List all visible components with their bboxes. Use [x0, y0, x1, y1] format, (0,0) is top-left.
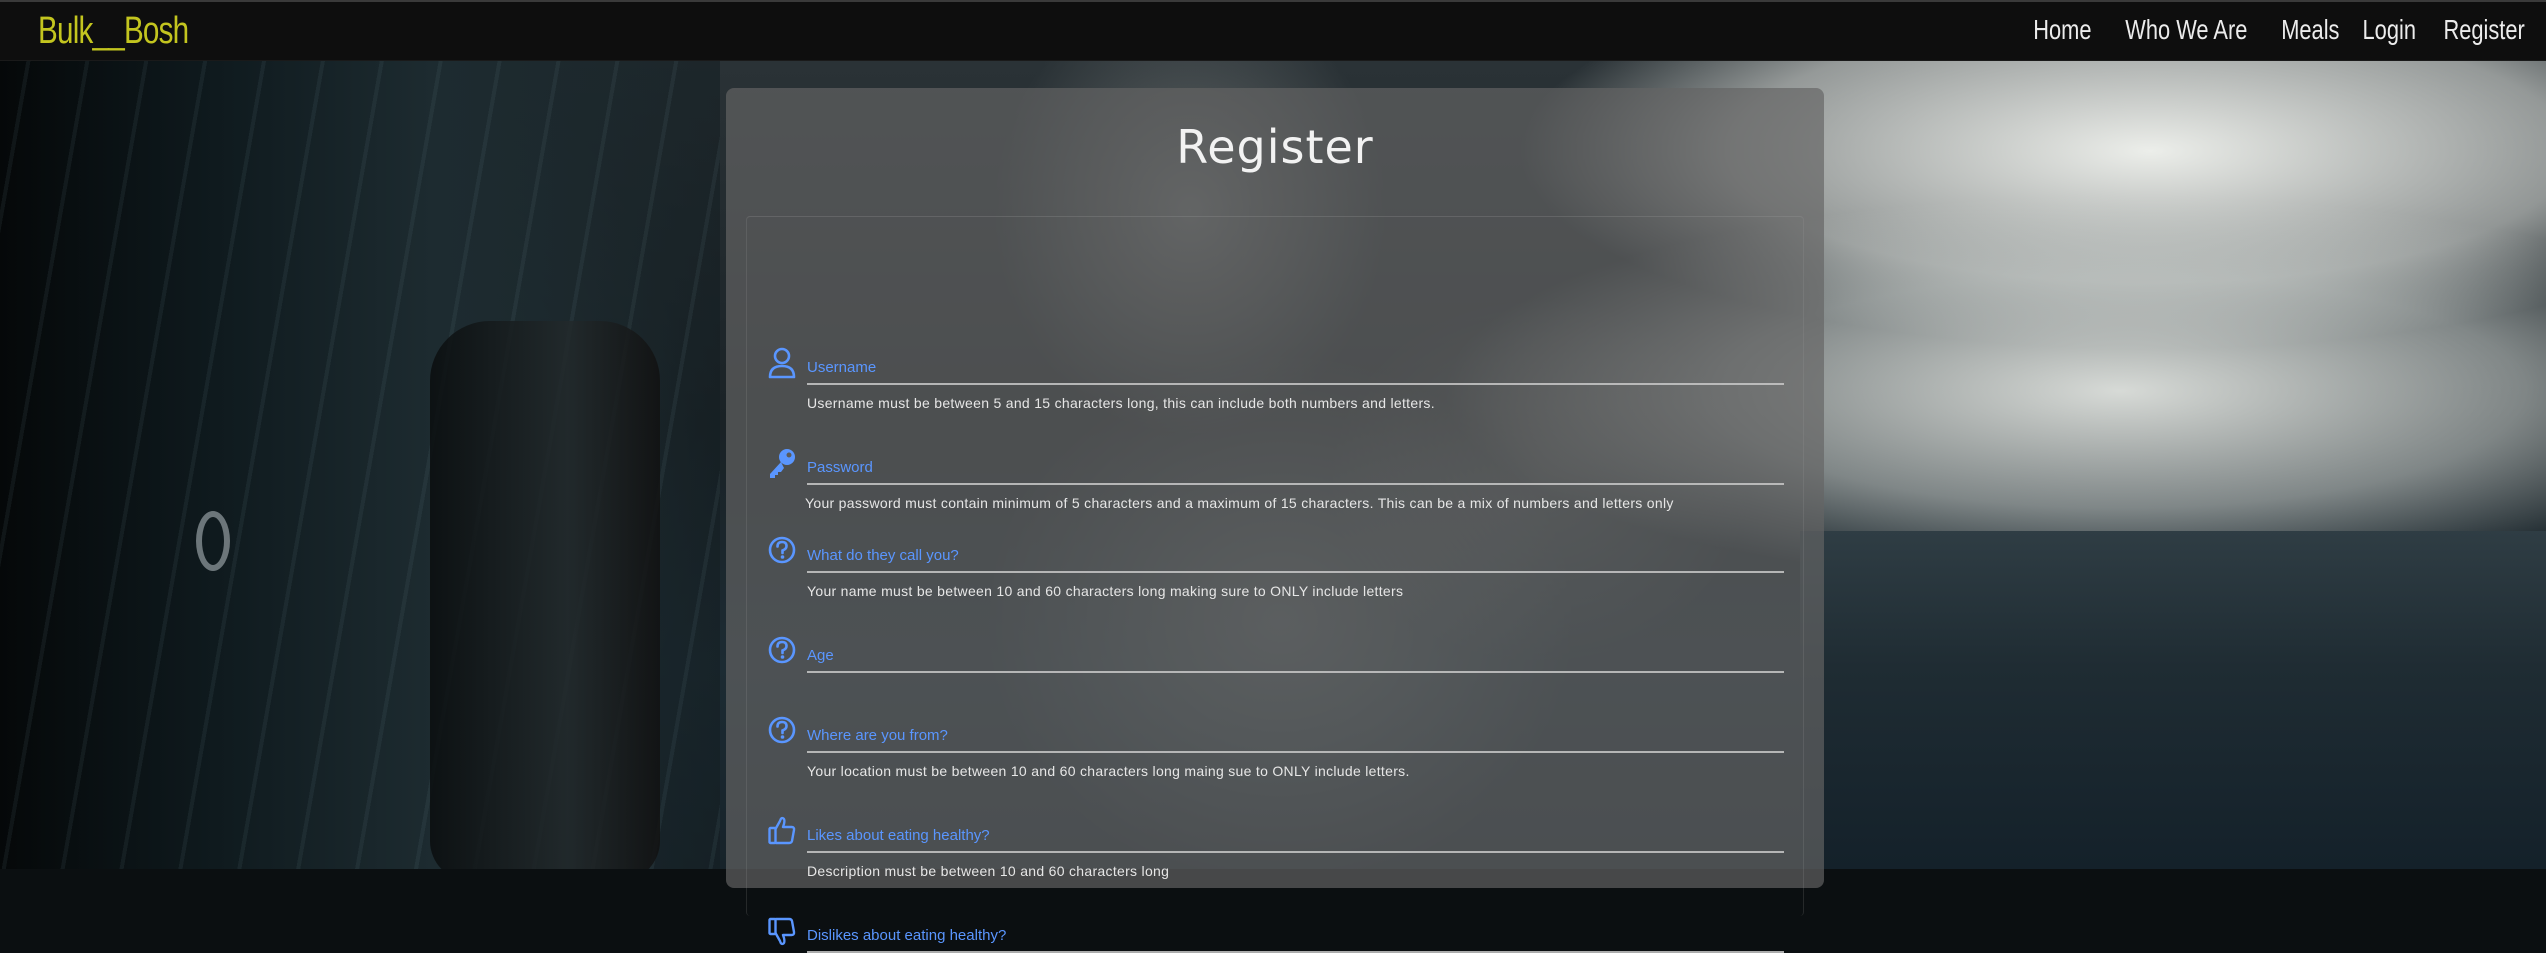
user-icon: [767, 347, 797, 379]
username-help: Username must be between 5 and 15 charac…: [807, 395, 1435, 411]
thumbs-down-icon: [767, 915, 797, 947]
age-label: Age: [807, 647, 834, 664]
nav-who-we-are[interactable]: Who We Are: [2114, 14, 2258, 46]
likes-label: Likes about eating healthy?: [807, 827, 990, 844]
password-help: Your password must contain minimum of 5 …: [805, 495, 1674, 511]
page-title: Register: [1176, 120, 1374, 174]
nav-home[interactable]: Home: [2022, 14, 2102, 46]
key-icon: [767, 447, 797, 479]
name-help: Your name must be between 10 and 60 char…: [807, 583, 1404, 599]
age-input[interactable]: [807, 671, 1784, 673]
username-input[interactable]: [807, 383, 1784, 385]
name-input[interactable]: [807, 571, 1784, 573]
background-mask: [430, 321, 660, 869]
likes-help: Description must be between 10 and 60 ch…: [807, 863, 1170, 879]
background-ear-ring: [196, 511, 230, 571]
question-circle-icon: [767, 635, 797, 667]
location-help: Your location must be between 10 and 60 …: [807, 763, 1410, 779]
password-label: Password: [807, 459, 873, 476]
likes-input[interactable]: [807, 851, 1784, 853]
question-circle-icon: [767, 535, 797, 567]
location-label: Where are you from?: [807, 727, 948, 744]
password-input[interactable]: [807, 483, 1784, 485]
brand-logo[interactable]: Bulk__Bosh: [38, 10, 189, 53]
register-form: Username Username must be between 5 and …: [746, 216, 1804, 953]
username-label: Username: [807, 359, 877, 376]
thumbs-up-icon: [767, 815, 797, 847]
main-nav: Home Who We Are Meals Login Register: [2021, 14, 2540, 46]
dislikes-label: Dislikes about eating healthy?: [807, 927, 1007, 944]
nav-register[interactable]: Register: [2432, 14, 2535, 46]
top-navbar: Bulk__Bosh Home Who We Are Meals Login R…: [0, 0, 2546, 61]
nav-meals[interactable]: Meals: [2270, 14, 2350, 46]
name-label: What do they call you?: [807, 547, 959, 564]
location-input[interactable]: [807, 751, 1784, 753]
background-horizon: [1800, 531, 2546, 869]
nav-login[interactable]: Login: [2352, 14, 2427, 46]
register-card: Register Username Username must be betwe…: [726, 88, 1824, 953]
question-circle-icon: [767, 715, 797, 747]
